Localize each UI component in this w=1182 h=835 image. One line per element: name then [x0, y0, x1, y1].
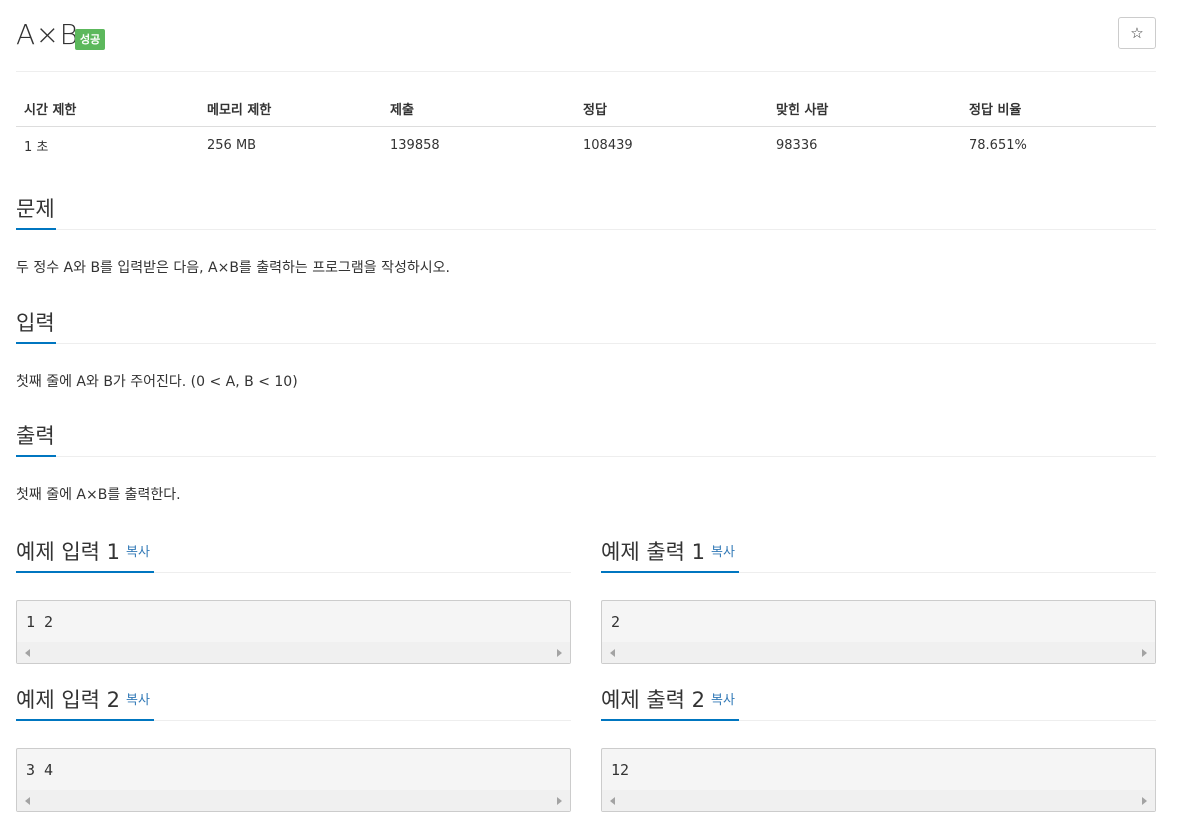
- output-section: 출력 첫째 줄에 A×B를 출력한다.: [16, 422, 1156, 505]
- sample-output-2-heading-bar: 예제 출력 2 복사: [601, 686, 1156, 721]
- info-header-row: 시간 제한 메모리 제한 제출 정답 맞힌 사람 정답 비율: [16, 90, 1156, 127]
- sample-input-1-heading-bar: 예제 입력 1 복사: [16, 538, 571, 573]
- sample-output-2-title: 예제 출력 2: [601, 688, 705, 712]
- description-section: 문제 두 정수 A와 B를 입력받은 다음, A×B를 출력하는 프로그램을 작…: [16, 195, 1156, 278]
- sample-input-1-scrollbar[interactable]: [17, 642, 570, 663]
- memory-limit-value: 256 MB: [207, 137, 257, 153]
- status-badge: 성공: [75, 29, 106, 50]
- scroll-right-arrow-icon[interactable]: [557, 797, 562, 805]
- input-heading: 입력: [16, 311, 55, 335]
- sample-output-1-title: 예제 출력 1: [601, 540, 705, 564]
- scroll-right-arrow-icon[interactable]: [1142, 797, 1147, 805]
- problem-page: A×B 성공 ☆ 시간 제한 메모리 제한 제출 정답 맞힌 사람 정답 비율 …: [16, 0, 1156, 812]
- output-heading-bar: 출력: [16, 422, 1156, 457]
- sample-input-2-box: 3 4: [16, 748, 571, 812]
- scroll-left-arrow-icon[interactable]: [25, 649, 30, 657]
- sample-output-2-scrollbar[interactable]: [602, 790, 1155, 811]
- star-icon: ☆: [1130, 24, 1144, 42]
- sample-input-1-value: 1 2: [26, 613, 54, 631]
- output-heading-underline: [16, 455, 56, 457]
- scroll-left-arrow-icon[interactable]: [25, 797, 30, 805]
- scroll-right-arrow-icon[interactable]: [557, 649, 562, 657]
- copy-sample-output-1-link[interactable]: 복사: [711, 545, 735, 560]
- sample-output-1-scrollbar[interactable]: [602, 642, 1155, 663]
- copy-sample-input-1-link[interactable]: 복사: [126, 545, 150, 560]
- header-memory-limit: 메모리 제한: [199, 90, 382, 127]
- sample-output-1-heading: 예제 출력 1 복사: [601, 538, 735, 567]
- sample-output-1: 예제 출력 1 복사 2: [601, 538, 1156, 664]
- input-section: 입력 첫째 줄에 A와 B가 주어진다. (0 < A, B < 10): [16, 309, 1156, 392]
- scroll-left-arrow-icon[interactable]: [610, 797, 615, 805]
- description-heading: 문제: [16, 197, 55, 221]
- input-heading-underline: [16, 342, 56, 344]
- copy-sample-output-2-link[interactable]: 복사: [711, 693, 735, 708]
- time-limit-value: 1 초: [24, 139, 49, 155]
- sample-input-1-heading: 예제 입력 1 복사: [16, 538, 150, 567]
- sample-input-2-title: 예제 입력 2: [16, 688, 120, 712]
- sample-output-2-box: 12: [601, 748, 1156, 812]
- submissions-value: 139858: [390, 137, 440, 153]
- sample-output-1-box: 2: [601, 600, 1156, 664]
- header-time-limit: 시간 제한: [16, 90, 199, 127]
- info-value-row: 1 초 256 MB 139858 108439 98336 78.651%: [16, 127, 1156, 164]
- sample-output-1-value: 2: [611, 613, 621, 631]
- sample-input-2: 예제 입력 2 복사 3 4: [16, 686, 571, 812]
- sample-input-2-underline: [16, 719, 154, 721]
- solved-users-value: 98336: [776, 137, 818, 153]
- sample-input-1: 예제 입력 1 복사 1 2: [16, 538, 571, 664]
- output-text: 첫째 줄에 A×B를 출력한다.: [16, 487, 181, 503]
- sample-input-1-box: 1 2: [16, 600, 571, 664]
- header-accepted: 정답: [575, 90, 768, 127]
- scroll-left-arrow-icon[interactable]: [610, 649, 615, 657]
- output-heading: 출력: [16, 424, 55, 448]
- sample-input-2-heading: 예제 입력 2 복사: [16, 686, 150, 715]
- accept-ratio-value: 78.651%: [969, 137, 1027, 153]
- problem-info-table: 시간 제한 메모리 제한 제출 정답 맞힌 사람 정답 비율 1 초 256 M…: [16, 90, 1156, 163]
- sample-input-2-heading-bar: 예제 입력 2 복사: [16, 686, 571, 721]
- scroll-right-arrow-icon[interactable]: [1142, 649, 1147, 657]
- header-submissions: 제출: [382, 90, 575, 127]
- sample-input-1-underline: [16, 571, 154, 573]
- sample-input-1-title: 예제 입력 1: [16, 540, 120, 564]
- description-heading-bar: 문제: [16, 195, 1156, 230]
- sample-output-2-underline: [601, 719, 739, 721]
- header-accept-ratio: 정답 비율: [961, 90, 1156, 127]
- input-text: 첫째 줄에 A와 B가 주어진다. (0 < A, B < 10): [16, 374, 298, 390]
- description-text: 두 정수 A와 B를 입력받은 다음, A×B를 출력하는 프로그램을 작성하시…: [16, 260, 450, 276]
- problem-header: A×B 성공 ☆: [16, 0, 1156, 72]
- sample-output-2: 예제 출력 2 복사 12: [601, 686, 1156, 812]
- accepted-value: 108439: [583, 137, 633, 153]
- sample-input-2-value: 3 4: [26, 761, 54, 779]
- favorite-button[interactable]: ☆: [1118, 17, 1156, 49]
- header-solved-users: 맞힌 사람: [768, 90, 961, 127]
- description-heading-underline: [16, 228, 56, 230]
- problem-title: A×B: [16, 18, 79, 51]
- copy-sample-input-2-link[interactable]: 복사: [126, 693, 150, 708]
- sample-output-1-heading-bar: 예제 출력 1 복사: [601, 538, 1156, 573]
- sample-input-2-scrollbar[interactable]: [17, 790, 570, 811]
- sample-output-2-heading: 예제 출력 2 복사: [601, 686, 735, 715]
- sample-output-2-value: 12: [611, 761, 630, 779]
- sample-output-1-underline: [601, 571, 739, 573]
- input-heading-bar: 입력: [16, 309, 1156, 344]
